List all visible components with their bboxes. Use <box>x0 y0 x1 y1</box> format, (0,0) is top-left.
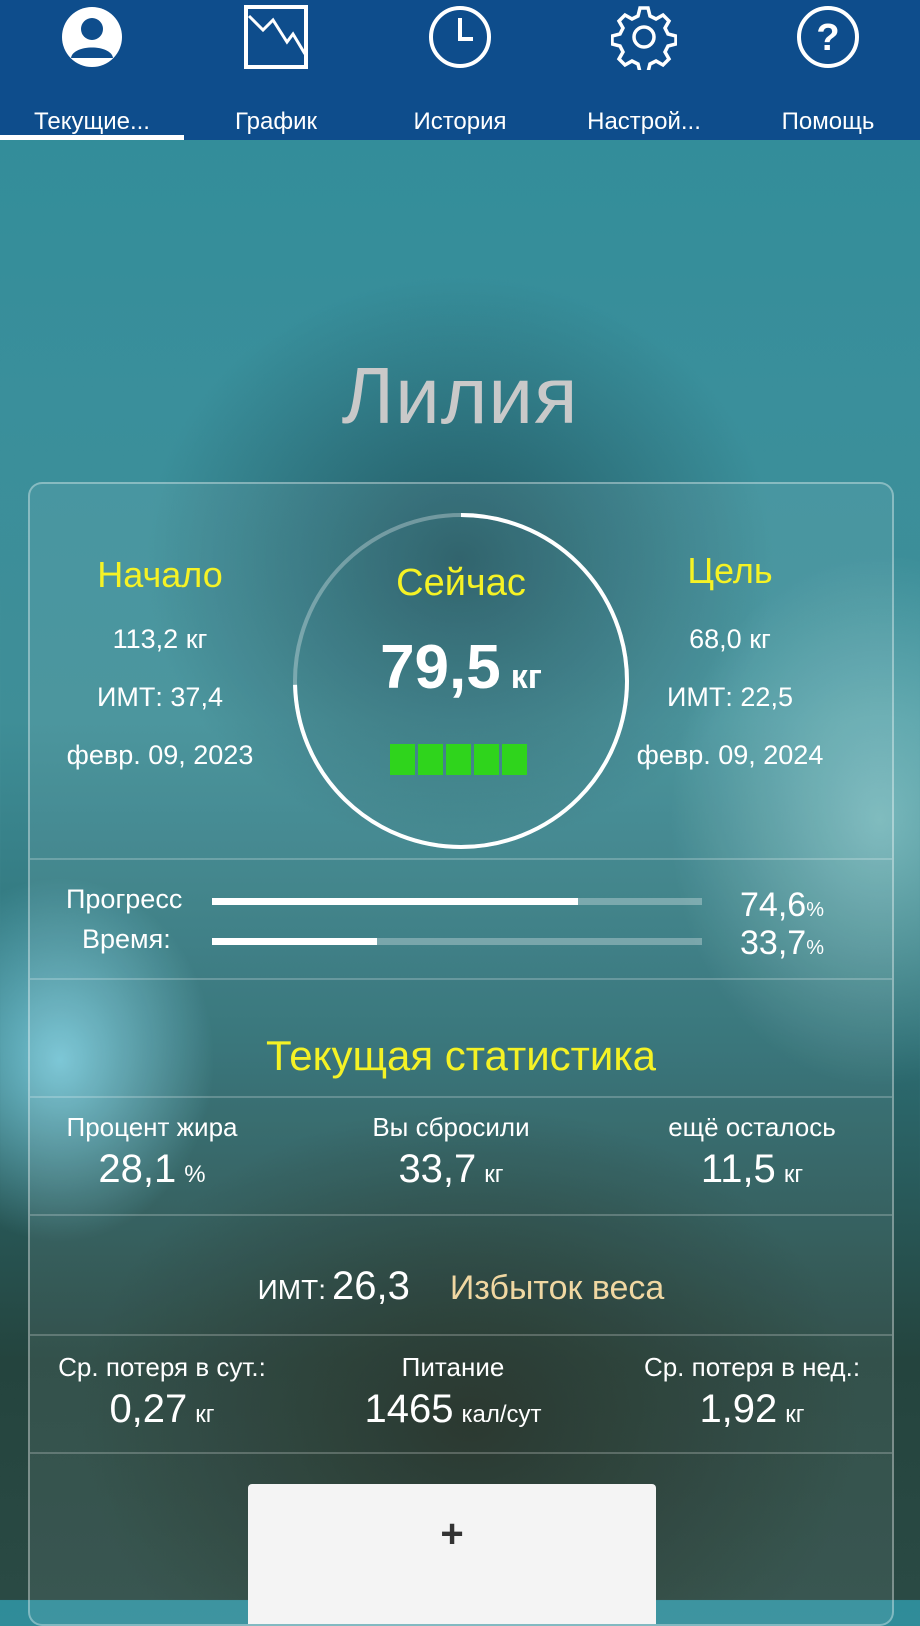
tab-current[interactable]: Текущие... <box>0 0 184 140</box>
progress-block <box>474 744 499 775</box>
add-weight-button[interactable]: + <box>248 1484 656 1624</box>
stat-number: 1,92 <box>699 1387 778 1431</box>
progress-bar-fill <box>212 898 578 905</box>
stat-value: 0,27 кг <box>30 1387 302 1432</box>
top-nav-bar: Текущие... График История Настрой... ? П… <box>0 0 920 140</box>
time-label: Время: <box>82 924 171 954</box>
help-icon: ? <box>797 6 859 68</box>
time-percent-value: 33,7 <box>740 924 807 962</box>
summary-card: Начало 113,2 кг ИМТ: 37,4 февр. 09, 2023… <box>28 482 894 1626</box>
goal-date: февр. 09, 2024 <box>636 740 824 770</box>
stat-lost: Вы сбросили 33,7 кг <box>311 1112 591 1192</box>
clock-icon <box>429 6 491 68</box>
bmi-label: ИМТ: <box>257 1274 326 1305</box>
svg-text:?: ? <box>816 17 839 59</box>
stat-label: Ср. потеря в нед.: <box>643 1352 861 1382</box>
stat-value: 33,7 кг <box>311 1147 591 1192</box>
goal-title: Цель <box>687 550 773 591</box>
tab-settings[interactable]: Настрой... <box>552 0 736 140</box>
tab-history[interactable]: История <box>368 0 552 140</box>
stat-number: 33,7 <box>398 1147 477 1191</box>
current-weight-value: 79,5 <box>380 633 501 702</box>
stat-label: Процент жира <box>66 1112 238 1142</box>
stat-label: ещё осталось <box>668 1112 836 1142</box>
time-bar <box>212 938 702 945</box>
profile-icon <box>62 7 122 67</box>
active-tab-indicator <box>0 135 184 140</box>
progress-block <box>418 744 443 775</box>
bmi-value: 26,3 <box>332 1264 410 1308</box>
stat-number: 0,27 <box>109 1387 188 1431</box>
stat-value: 11,5 кг <box>612 1147 892 1192</box>
now-title: Сейчас <box>396 562 526 604</box>
stat-number: 28,1 <box>98 1147 177 1191</box>
current-bmi: ИМТ: 26,3 Избыток веса <box>30 1264 892 1309</box>
divider <box>30 1452 892 1454</box>
tab-label: Текущие... <box>34 108 150 135</box>
stat-unit: кг <box>783 1161 804 1188</box>
stat-remaining: ещё осталось 11,5 кг <box>612 1112 892 1192</box>
bmi-category: Избыток веса <box>449 1269 665 1307</box>
current-weight-unit: кг <box>510 658 542 696</box>
progress-block <box>390 744 415 775</box>
divider <box>30 1096 892 1098</box>
progress-label: Прогресс <box>66 884 183 914</box>
progress-percent-value: 74,6 <box>740 886 807 924</box>
stats-title: Текущая статистика <box>265 1032 657 1079</box>
progress-blocks <box>390 744 527 775</box>
stat-unit: кал/сут <box>461 1401 542 1428</box>
gear-icon <box>611 6 677 70</box>
start-date: февр. 09, 2023 <box>66 740 254 770</box>
start-weight: 113,2 кг <box>112 624 208 654</box>
start-title: Начало <box>97 554 223 595</box>
stat-unit: % <box>184 1161 206 1188</box>
tab-label: Помощь <box>781 108 875 135</box>
tab-label: Настрой... <box>587 108 701 135</box>
stat-daily-loss: Ср. потеря в сут.: 0,27 кг <box>30 1352 302 1432</box>
percent-sign: % <box>806 937 824 959</box>
tab-label: График <box>235 108 317 135</box>
divider <box>30 1334 892 1336</box>
stat-unit: кг <box>195 1401 215 1428</box>
user-name: Лилия <box>341 351 579 440</box>
stat-value: 28,1% <box>30 1147 292 1192</box>
divider <box>30 858 892 860</box>
time-percent: 33,7% <box>740 924 824 963</box>
progress-block <box>502 744 527 775</box>
stat-number: 1465 <box>364 1387 454 1431</box>
tab-help[interactable]: ? Помощь <box>736 0 920 140</box>
divider <box>30 1214 892 1216</box>
stat-label: Питание <box>401 1352 505 1382</box>
stat-weekly-loss: Ср. потеря в нед.: 1,92 кг <box>612 1352 892 1432</box>
progress-percent: 74,6% <box>740 886 824 925</box>
goal-bmi: ИМТ: 22,5 <box>667 682 793 712</box>
time-bar-fill <box>212 938 378 945</box>
stat-unit: кг <box>785 1401 805 1428</box>
stat-label: Ср. потеря в сут.: <box>58 1352 266 1382</box>
stat-value: 1465 кал/сут <box>313 1387 593 1432</box>
stat-unit: кг <box>484 1161 504 1188</box>
current-weight: 79,5 кг <box>286 632 636 703</box>
tab-chart[interactable]: График <box>184 0 368 140</box>
start-bmi: ИМТ: 37,4 <box>97 682 223 712</box>
stat-body-fat: Процент жира 28,1% <box>30 1112 292 1192</box>
chart-icon <box>244 5 308 69</box>
progress-block <box>446 744 471 775</box>
divider <box>30 978 892 980</box>
goal-weight: 68,0 кг <box>689 624 771 654</box>
stat-number: 11,5 <box>700 1147 776 1191</box>
stat-label: Вы сбросили <box>372 1112 530 1142</box>
tab-label: История <box>413 108 507 135</box>
percent-sign: % <box>806 899 824 921</box>
stat-nutrition: Питание 1465 кал/сут <box>313 1352 593 1432</box>
stat-value: 1,92 кг <box>612 1387 892 1432</box>
progress-bar <box>212 898 702 905</box>
